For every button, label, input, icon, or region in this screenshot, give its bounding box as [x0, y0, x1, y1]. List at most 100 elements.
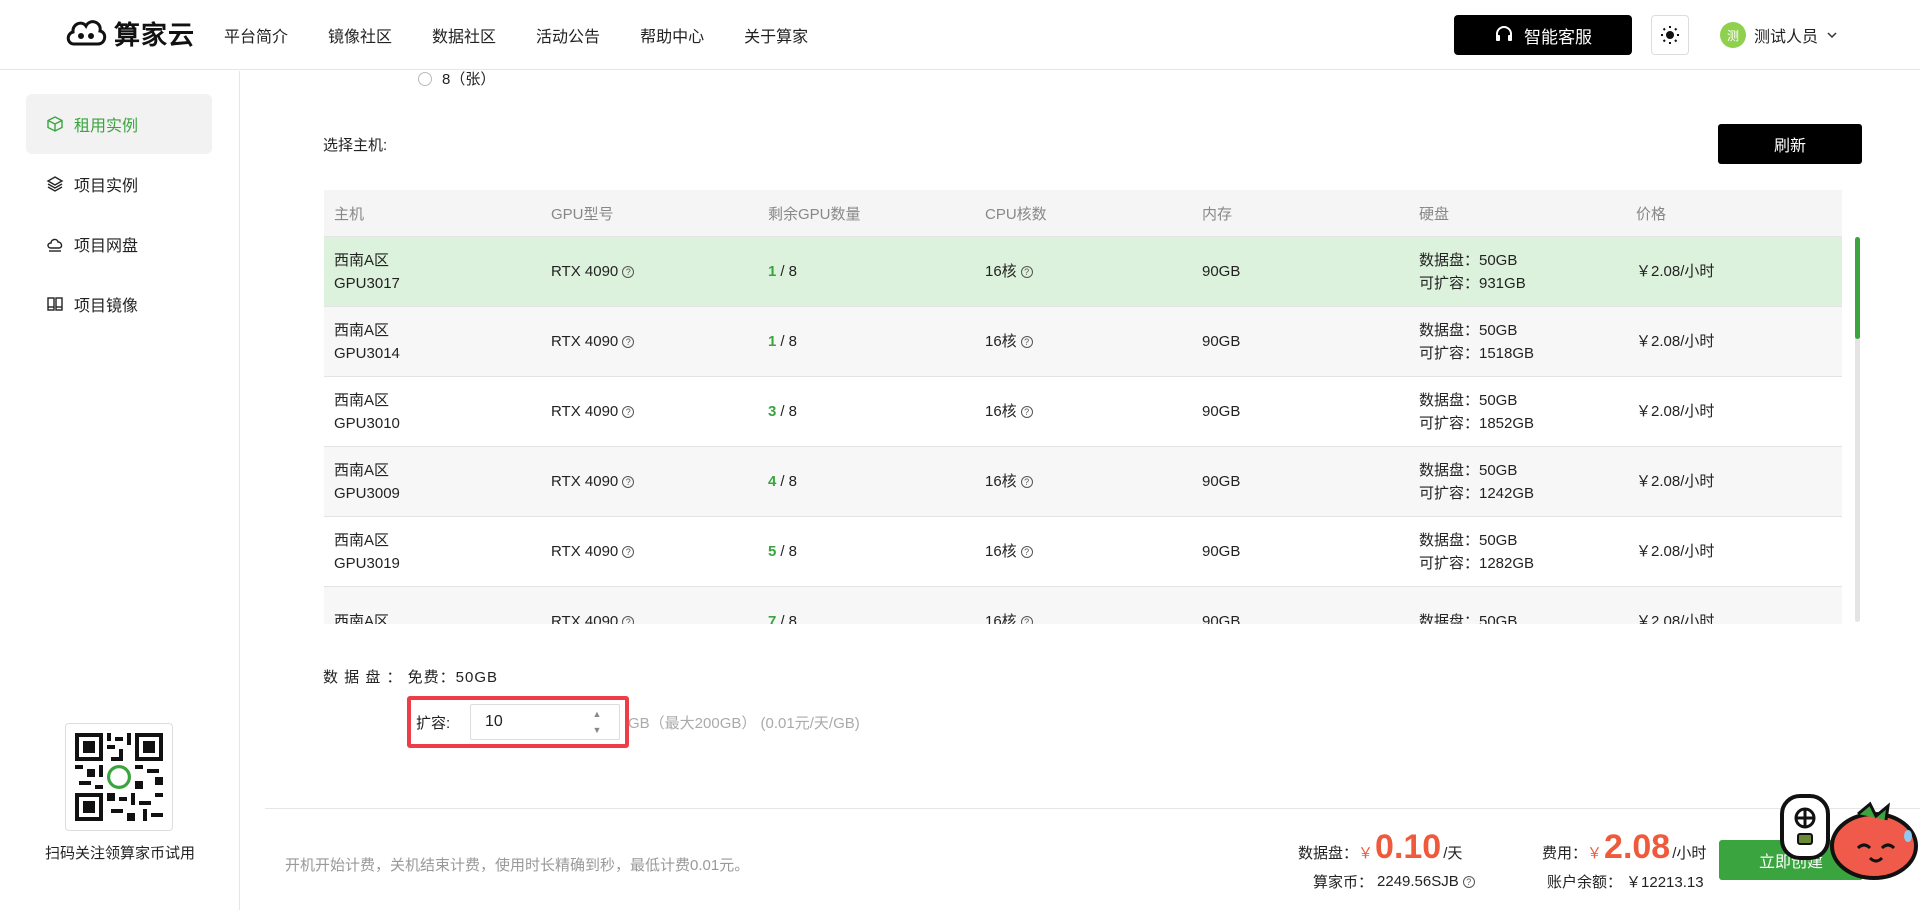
help-icon[interactable]: ?: [1020, 405, 1033, 418]
sidebar-item-label: 项目网盘: [74, 238, 139, 255]
memory-size: 90GB: [1202, 543, 1241, 560]
gpu-model-cell: RTX 4090?: [541, 470, 758, 493]
expandable-size: 可扩容：1242GB: [1419, 484, 1535, 502]
sidebar-item-project-drive[interactable]: 项目网盘: [26, 214, 212, 274]
fee-currency: ￥: [1587, 845, 1603, 862]
price-cell: ￥2.08/小时: [1626, 400, 1842, 423]
help-icon[interactable]: ?: [1020, 265, 1033, 278]
disk-cell: 数据盘：50GB 可扩容：1518GB: [1409, 319, 1626, 365]
gpu-remaining-cell: 1/ 8: [758, 260, 975, 283]
help-icon[interactable]: ?: [622, 405, 635, 418]
disk-cell: 数据盘：50GB 可扩容：1852GB: [1409, 389, 1626, 435]
mascot-assistant-icon[interactable]: [1778, 786, 1920, 880]
nav-announcements[interactable]: 活动公告: [536, 23, 600, 47]
column-header-gpu-model: GPU型号: [551, 205, 614, 223]
sidebar-item-project-instance[interactable]: 项目实例: [26, 154, 212, 214]
price-cell: ￥2.08/小时: [1626, 330, 1842, 353]
memory-cell: 90GB: [1192, 610, 1409, 624]
gpu-free-count: 7: [768, 613, 777, 624]
table-row[interactable]: 西南A区 GPU3010 RTX 4090? 3/ 8 16核? 90GB 数据盘：50GB…: [324, 377, 1842, 447]
disk-cell: 数据盘：50GB 可扩容：931GB: [1409, 249, 1626, 295]
table-header: 主机 GPU型号 剩余GPU数量 CPU核数 内存 硬盘 价格: [324, 190, 1842, 237]
help-icon[interactable]: ?: [622, 615, 635, 624]
host-cell: 西南A区 GPU3017: [324, 249, 541, 295]
price-cell: ￥2.08/小时: [1626, 540, 1842, 563]
nav-data-community[interactable]: 数据社区: [432, 23, 496, 47]
column-header-memory: 内存: [1202, 205, 1233, 223]
nav-about[interactable]: 关于算家: [744, 23, 808, 47]
help-icon[interactable]: ?: [1462, 875, 1475, 888]
gpu-free-count: 1: [768, 263, 777, 280]
host-cell: 西南A区 GPU3009: [324, 459, 541, 505]
radio-button[interactable]: [418, 71, 432, 86]
table-row[interactable]: 西南A区 GPU3009 RTX 4090? 4/ 8 16核? 90GB 数据盘：50GB…: [324, 447, 1842, 517]
data-disk-size: 数据盘：50GB: [1419, 391, 1518, 409]
data-disk-label: 数 据 盘 ： 免费：50GB: [323, 669, 499, 686]
help-icon[interactable]: ?: [622, 545, 635, 558]
data-disk-size: 数据盘：50GB: [1419, 531, 1518, 549]
table-row[interactable]: 西南A区 GPU3014 RTX 4090? 1/ 8 16核? 90GB 数据盘：50GB…: [324, 307, 1842, 377]
price-value: ￥2.08/小时: [1636, 473, 1715, 490]
price-cell: ￥2.08/小时: [1626, 260, 1842, 283]
refresh-button[interactable]: 刷新: [1718, 124, 1862, 164]
gpu-remaining-cell: 5/ 8: [758, 540, 975, 563]
price-value: ￥2.08/小时: [1636, 263, 1715, 280]
table-row[interactable]: 西南A区 GPU3019 RTX 4090? 5/ 8 16核? 90GB 数据盘：50GB…: [324, 517, 1842, 587]
gpu-count-option[interactable]: 8（张）: [418, 68, 495, 89]
data-disk-size: 数据盘：50GB: [1419, 321, 1518, 339]
host-region: 西南A区: [334, 391, 390, 409]
cpu-cell: 16核?: [975, 330, 1192, 353]
help-icon[interactable]: ?: [1020, 335, 1033, 348]
theme-toggle-button[interactable]: [1651, 15, 1689, 55]
help-icon[interactable]: ?: [1020, 545, 1033, 558]
memory-cell: 90GB: [1192, 330, 1409, 353]
help-icon[interactable]: ?: [622, 265, 635, 278]
select-host-label: 选择主机:: [323, 137, 388, 154]
smart-service-button[interactable]: 智能客服: [1454, 15, 1632, 55]
memory-size: 90GB: [1202, 613, 1241, 624]
disk-cell: 数据盘：50GB 可扩容：1282GB: [1409, 529, 1626, 575]
help-icon[interactable]: ?: [1020, 615, 1033, 624]
disk-fee-unit: /天: [1443, 845, 1463, 862]
smart-service-label: 智能客服: [1524, 27, 1592, 47]
help-icon[interactable]: ?: [1020, 475, 1033, 488]
gpu-total-count: / 8: [780, 473, 798, 490]
balance-value: ￥12213.13: [1626, 874, 1704, 891]
cpu-cell: 16核?: [975, 470, 1192, 493]
sidebar-item-label: 租用实例: [74, 118, 139, 135]
column-header-disk: 硬盘: [1419, 205, 1450, 223]
stepper-down-icon[interactable]: ▼: [593, 725, 602, 735]
image-icon: [47, 297, 63, 311]
sidebar-item-rent-instance[interactable]: 租用实例: [26, 94, 212, 154]
user-menu[interactable]: 测 测试人员: [1720, 22, 1838, 48]
disk-cell: 数据盘：50GB 可扩容：1242GB: [1409, 459, 1626, 505]
gpu-model-cell: RTX 4090?: [541, 330, 758, 353]
brand-logo[interactable]: 算家云: [64, 14, 195, 52]
table-row[interactable]: 西南A区 RTX 4090? 7/ 8 16核? 90GB 数据盘：50GB ￥2.08/小…: [324, 587, 1842, 624]
gpu-model: RTX 4090: [551, 613, 619, 624]
stepper-up-icon[interactable]: ▲: [593, 709, 602, 719]
quantity-stepper[interactable]: ▲ ▼: [590, 709, 604, 735]
nav-help-center[interactable]: 帮助中心: [640, 23, 704, 47]
disk-fee-label: 数据盘：: [1298, 845, 1359, 862]
table-row[interactable]: 西南A区 GPU3017 RTX 4090? 1/ 8 16核? 90GB 数据盘：50GB…: [324, 237, 1842, 307]
gpu-free-count: 4: [768, 473, 777, 490]
table-scrollbar-thumb[interactable]: [1855, 237, 1860, 339]
expand-hint: GB（最大200GB） (0.01元/天/GB): [628, 715, 860, 732]
sidebar: 租用实例 项目实例 项目网盘 项目镜像 扫码关注领算家币试用: [0, 71, 240, 910]
gpu-model: RTX 4090: [551, 403, 619, 420]
cpu-cores: 16核: [985, 613, 1017, 624]
cpu-cell: 16核?: [975, 540, 1192, 563]
data-disk-size: 数据盘：50GB: [1419, 613, 1518, 624]
expandable-size: 可扩容：1852GB: [1419, 414, 1535, 432]
sidebar-item-project-image[interactable]: 项目镜像: [26, 274, 212, 334]
chevron-down-icon: [1827, 32, 1837, 39]
help-icon[interactable]: ?: [622, 335, 635, 348]
help-icon[interactable]: ?: [622, 475, 635, 488]
gpu-total-count: / 8: [780, 613, 798, 624]
memory-cell: 90GB: [1192, 470, 1409, 493]
hourly-fee: 费用： ￥ 2.08 /小时: [1542, 828, 1706, 867]
nav-image-community[interactable]: 镜像社区: [328, 23, 392, 47]
expandable-size: 可扩容：1518GB: [1419, 344, 1535, 362]
nav-platform-intro[interactable]: 平台简介: [224, 23, 288, 47]
